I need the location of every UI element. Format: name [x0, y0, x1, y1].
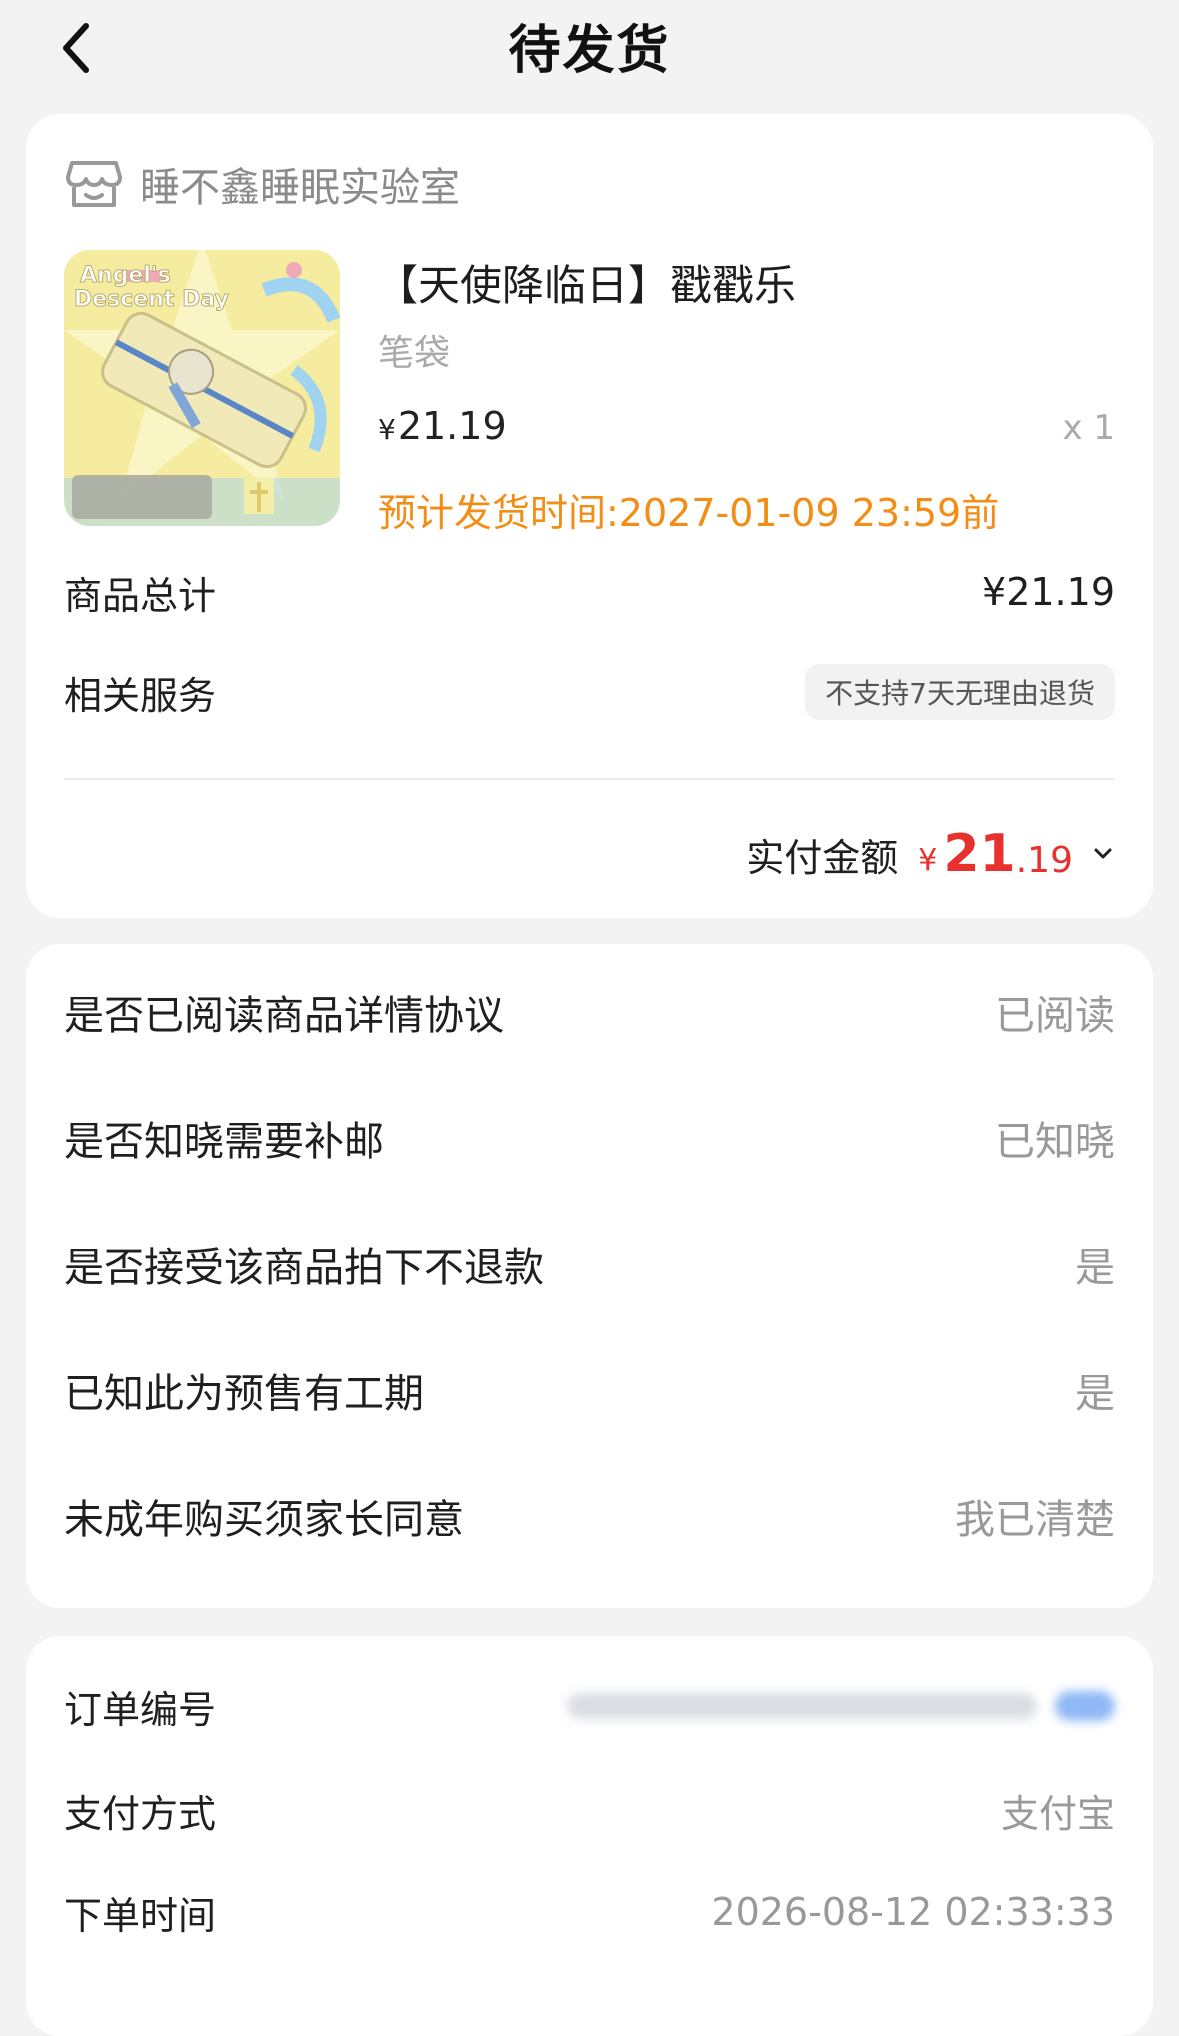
product-quantity: x 1 — [1062, 408, 1115, 448]
confirmation-value: 是 — [1075, 1245, 1115, 1291]
shop-name: 睡不鑫睡眠实验室 — [140, 165, 460, 211]
product-name[interactable]: 【天使降临日】戳戳乐 — [376, 252, 796, 313]
list-item: 是否知晓需要补邮 已知晓 — [64, 1098, 1115, 1178]
goods-total-value: ¥21.19 — [982, 570, 1115, 614]
product-price: ¥21.19 — [378, 404, 507, 448]
service-row: 相关服务 不支持7天无理由退货 — [64, 654, 1115, 730]
confirmation-label: 未成年购买须家长同意 — [64, 1497, 464, 1543]
paid-amount-label: 实付金额 — [746, 835, 899, 880]
image-title-line2: Descent Day — [74, 287, 229, 312]
order-time-label: 下单时间 — [64, 1893, 217, 1938]
price-amount: 21.19 — [397, 404, 507, 448]
list-item: 是否已阅读商品详情协议 已阅读 — [64, 972, 1115, 1052]
product-image[interactable]: Angel's Descent Day — [64, 250, 340, 526]
confirmation-value: 已阅读 — [995, 993, 1115, 1039]
order-number-label: 订单编号 — [64, 1687, 217, 1732]
shop-link[interactable]: 睡不鑫睡眠实验室 — [64, 154, 460, 214]
paid-amount-integer: 21 — [943, 824, 1016, 884]
page-title: 待发货 — [508, 21, 671, 81]
service-label: 相关服务 — [64, 673, 217, 718]
payment-method-row: 支付方式 支付宝 — [64, 1770, 1115, 1850]
list-item: 未成年购买须家长同意 我已清楚 — [64, 1476, 1115, 1556]
order-number-value-redacted — [567, 1691, 1115, 1721]
order-time-value: 2026-08-12 02:33:33 — [711, 1890, 1115, 1934]
copy-button[interactable] — [1055, 1691, 1115, 1721]
list-item: 是否接受该商品拍下不退款 是 — [64, 1224, 1115, 1304]
goods-total-label: 商品总计 — [64, 573, 217, 618]
estimated-ship-time: 预计发货时间:2027-01-09 23:59前 — [378, 491, 1000, 535]
chevron-down-icon — [1094, 848, 1112, 859]
product-spec: 笔袋 — [378, 333, 451, 374]
paid-currency: ¥ — [918, 842, 938, 878]
price-currency: ¥ — [378, 413, 396, 446]
service-tag: 不支持7天无理由退货 — [805, 664, 1115, 720]
top-bar: 待发货 — [0, 0, 1179, 100]
confirmation-label: 已知此为预售有工期 — [64, 1371, 424, 1417]
confirmation-value: 我已清楚 — [955, 1497, 1115, 1543]
confirmation-label: 是否已阅读商品详情协议 — [64, 993, 504, 1039]
confirmation-label: 是否知晓需要补邮 — [64, 1119, 384, 1165]
order-time-row: 下单时间 2026-08-12 02:33:33 — [64, 1872, 1115, 1952]
list-item: 已知此为预售有工期 是 — [64, 1350, 1115, 1430]
purchase-confirmations-card: 是否已阅读商品详情协议 已阅读 是否知晓需要补邮 已知晓 是否接受该商品拍下不退… — [26, 944, 1153, 1608]
order-number-row: 订单编号 — [64, 1666, 1115, 1746]
order-info-card: 订单编号 支付方式 支付宝 下单时间 2026-08-12 02:33:33 — [26, 1636, 1153, 2036]
paid-amount-decimal: .19 — [1015, 839, 1073, 881]
order-product-card: 睡不鑫睡眠实验室 Angel's Descent Day 【天使降临日】戳戳乐 … — [26, 114, 1153, 918]
payment-method-label: 支付方式 — [64, 1791, 217, 1836]
confirmation-label: 是否接受该商品拍下不退款 — [64, 1245, 544, 1291]
image-title-line1: Angel's — [80, 263, 171, 288]
paid-amount-toggle[interactable]: 实付金额 ¥ 21 .19 — [746, 814, 1115, 894]
confirmation-value: 已知晓 — [995, 1119, 1115, 1165]
product-image-art: Angel's Descent Day — [64, 250, 340, 526]
divider — [64, 778, 1115, 780]
payment-method-value: 支付宝 — [1000, 1791, 1115, 1836]
confirmation-value: 是 — [1075, 1371, 1115, 1417]
store-icon — [66, 161, 122, 207]
goods-total-row: 商品总计 ¥21.19 — [64, 554, 1115, 630]
